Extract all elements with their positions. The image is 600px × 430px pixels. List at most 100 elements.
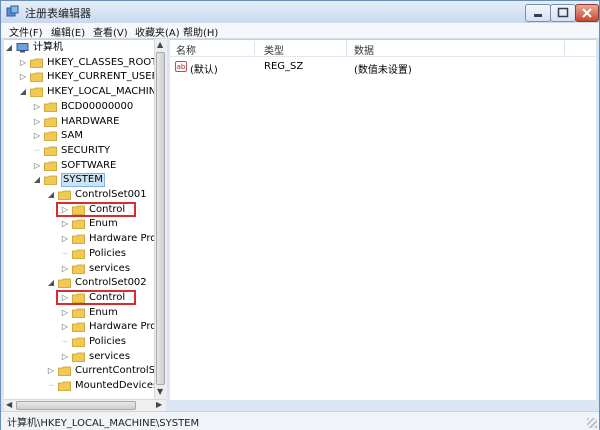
tree-node[interactable]: ▷ services	[4, 262, 154, 276]
column-header-data[interactable]: 数据	[354, 42, 374, 57]
tree-node[interactable]: ▷ Enum	[4, 306, 154, 320]
scroll-up-arrow-icon[interactable]: ▲	[157, 40, 163, 49]
value-name[interactable]: (默认)	[190, 61, 218, 76]
tree-node[interactable]: ◢ HKEY_LOCAL_MACHINE	[4, 85, 154, 99]
expanded-arrow-icon[interactable]: ◢	[46, 276, 56, 290]
tree-node-label: BCD00000000	[61, 100, 134, 112]
expanded-arrow-icon[interactable]: ◢	[32, 173, 42, 187]
collapsed-arrow-icon[interactable]: ▷	[60, 232, 70, 246]
string-value-icon: ab	[175, 61, 187, 72]
scroll-right-arrow-icon[interactable]: ▶	[156, 400, 162, 409]
column-separator[interactable]	[564, 41, 565, 55]
resize-grip-icon[interactable]	[587, 418, 597, 428]
tree-node[interactable]: ▷ HKEY_CURRENT_USER	[4, 70, 154, 84]
tree-node[interactable]: ▷ Control	[4, 201, 154, 217]
collapsed-arrow-icon[interactable]: ▷	[32, 159, 42, 173]
tree-node-label: ControlSet002	[75, 277, 147, 289]
tree-node-label: Policies	[89, 336, 126, 347]
tree-node[interactable]: ◢ 计算机	[4, 41, 154, 55]
folder-icon	[44, 161, 57, 171]
tree-node-label: MountedDevices	[75, 380, 154, 392]
tree-node[interactable]: ┈ Policies	[4, 247, 154, 261]
collapsed-arrow-icon[interactable]: ▷	[60, 306, 70, 320]
tree-node-label: services	[89, 350, 131, 362]
collapsed-arrow-icon[interactable]: ▷	[60, 262, 70, 276]
expanded-arrow-icon[interactable]: ◢	[18, 85, 28, 99]
folder-icon	[72, 308, 85, 318]
tree-node[interactable]: ◢ ControlSet002	[4, 276, 154, 290]
tree-node-label: ControlSet001	[75, 189, 147, 200]
tree-line-icon: ┈	[48, 381, 54, 391]
tree-node-label: services	[89, 262, 131, 274]
tree-node[interactable]: ▷ Control	[4, 289, 154, 305]
close-icon	[582, 8, 592, 18]
column-header-name[interactable]: 名称	[176, 42, 196, 57]
tree-node-label: SYSTEM	[61, 173, 105, 188]
menu-favorites[interactable]: 收藏夹(A)	[135, 24, 180, 39]
menu-bar: 文件(F) 编辑(E) 查看(V) 收藏夹(A) 帮助(H)	[1, 23, 599, 39]
menu-help[interactable]: 帮助(H)	[183, 24, 218, 39]
folder-icon	[72, 249, 85, 259]
tree-vertical-scroll-thumb[interactable]	[156, 52, 165, 385]
collapsed-arrow-icon[interactable]: ▷	[46, 364, 56, 378]
title-bar[interactable]: 注册表编辑器	[1, 1, 599, 23]
collapsed-arrow-icon[interactable]: ▷	[32, 100, 42, 114]
folder-icon	[58, 381, 71, 391]
expanded-arrow-icon[interactable]: ◢	[46, 188, 56, 202]
collapsed-arrow-icon[interactable]: ▷	[60, 217, 70, 231]
tree-vertical-scrollbar[interactable]: ▲ ▼	[154, 39, 167, 399]
tree-node[interactable]: ▷ HKEY_CLASSES_ROOT	[4, 56, 154, 70]
tree-node[interactable]: ┈ Policies	[4, 335, 154, 349]
values-list[interactable]: 名称 类型 数据 ab (默认) REG_SZ (数值未设置)	[170, 39, 596, 400]
tree-node[interactable]: ▷ Hardware Pro	[4, 320, 154, 334]
tree-node-label: HKEY_CLASSES_ROOT	[47, 56, 154, 68]
tree-node[interactable]: ▷ SOFTWARE	[4, 159, 154, 173]
folder-icon	[72, 234, 85, 244]
tree-node-label: HKEY_LOCAL_MACHINE	[47, 86, 154, 98]
menu-edit[interactable]: 编辑(E)	[51, 24, 85, 39]
tree-node[interactable]: ◢ ControlSet001	[4, 188, 154, 202]
tree-node[interactable]: ▷ CurrentControlSe	[4, 364, 154, 378]
tree-node[interactable]: ▷ Hardware Pro	[4, 232, 154, 246]
scroll-down-arrow-icon[interactable]: ▼	[157, 387, 163, 396]
collapsed-arrow-icon[interactable]: ▷	[18, 56, 28, 70]
scroll-left-arrow-icon[interactable]: ◀	[6, 400, 12, 409]
menu-view[interactable]: 查看(V)	[93, 24, 128, 39]
menu-file[interactable]: 文件(F)	[9, 24, 43, 39]
minimize-button[interactable]	[525, 4, 551, 22]
folder-icon	[58, 366, 71, 377]
tree-node[interactable]: ▷ SAM	[4, 129, 154, 143]
folder-icon	[72, 219, 85, 230]
folder-icon	[44, 175, 57, 186]
registry-tree[interactable]: ◢ 计算机 ▷ HKEY_CLASSES_ROOT ▷ HKEY_CURRENT_USER…	[4, 39, 154, 400]
maximize-icon	[557, 7, 569, 18]
window-title: 注册表编辑器	[25, 7, 91, 20]
folder-icon	[72, 337, 85, 347]
collapsed-arrow-icon[interactable]: ▷	[32, 129, 42, 143]
maximize-button[interactable]	[550, 4, 576, 22]
column-separator[interactable]	[346, 41, 347, 55]
close-button[interactable]	[575, 4, 599, 22]
tree-node[interactable]: ▷ services	[4, 350, 154, 364]
tree-node[interactable]: ┈ MountedDevices	[4, 379, 154, 393]
folder-icon	[30, 72, 43, 83]
folder-icon	[30, 87, 43, 97]
collapsed-arrow-icon[interactable]: ▷	[18, 70, 28, 84]
highlight-box	[56, 201, 136, 217]
column-separator[interactable]	[254, 41, 255, 55]
value-data: (数值未设置)	[354, 65, 412, 76]
header-divider	[170, 56, 596, 57]
tree-horizontal-scroll-thumb[interactable]	[16, 401, 136, 410]
tree-node[interactable]: ▷ Enum	[4, 217, 154, 231]
collapsed-arrow-icon[interactable]: ▷	[60, 350, 70, 364]
current-key-path: 计算机\HKEY_LOCAL_MACHINE\SYSTEM	[7, 418, 200, 429]
tree-node[interactable]: ▷ BCD00000000	[4, 100, 154, 114]
expanded-arrow-icon[interactable]: ◢	[4, 41, 14, 55]
tree-node[interactable]: ▷ HARDWARE	[4, 115, 154, 129]
column-header-type[interactable]: 类型	[264, 42, 284, 57]
collapsed-arrow-icon[interactable]: ▷	[32, 115, 42, 129]
tree-node[interactable]: ◢ SYSTEM	[4, 173, 154, 188]
tree-node[interactable]: ┈ SECURITY	[4, 144, 154, 158]
collapsed-arrow-icon[interactable]: ▷	[60, 320, 70, 334]
folder-icon	[44, 146, 57, 156]
